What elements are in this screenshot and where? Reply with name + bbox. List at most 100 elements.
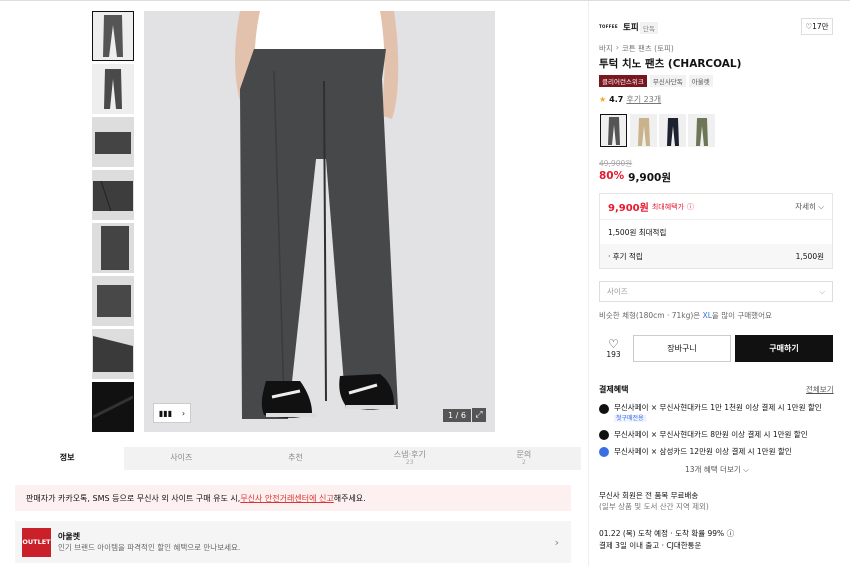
like-count: 193 [606,350,621,359]
thumbnail-7[interactable] [92,329,134,379]
fabric-icon [97,285,131,317]
product-title: 투턱 치노 팬츠 (CHARCOAL) [599,58,742,70]
image-counter: 1 / 6 [443,409,471,422]
color-swatch-khaki[interactable] [688,114,715,147]
rating-value: 4.7 [609,95,624,104]
sale-price: 9,900원 [628,172,672,184]
rating-row: ★ 4.7 후기 23개 [599,94,661,105]
detail-label: 자세히 [795,202,816,211]
info-icon[interactable]: ⓘ [727,529,735,538]
buy-button[interactable]: 구매하기 [735,335,833,362]
benefit-tag: 첫구매전용 [614,415,646,423]
thumbnail-5[interactable] [92,223,134,273]
outlet-logo: OUTLET [22,527,51,557]
card-icon [599,404,609,414]
more-benefits-button[interactable]: 13개 혜택 더보기 ⌵ [685,464,749,475]
tab-label: 사이즈 [170,453,193,463]
breadcrumb-item[interactable]: 바지 [599,43,613,54]
top-border [0,0,850,1]
pants-icon [666,118,679,146]
size-hint-text: 비슷한 체형(180cm · 71kg)은 [599,311,703,320]
benefits-title: 결제혜택 [599,385,629,394]
brand-logo-text: TOFFEE [599,23,618,29]
fabric-icon [93,336,133,372]
tab-qna[interactable]: 문의 2 [467,447,581,470]
tab-label: 정보 [59,453,75,463]
breadcrumb: 바지 › 코튼 팬츠 (토피) [599,43,674,54]
benefit-text: 무신사페이 × 삼성카드 12만원 이상 결제 시 1만원 할인 [614,447,792,456]
chevron-down-icon: ⌵ [819,286,825,296]
alert-text-end: 해주세요. [333,493,366,503]
color-swatch-charcoal[interactable] [600,114,627,147]
size-select[interactable]: 사이즈 ⌵ [599,281,833,302]
pants-icon [104,69,122,109]
chevron-right-icon: › [181,408,186,418]
tab-count: 23 [405,458,414,466]
benefit-text: 무신사페이 × 무신사현대카드 1만 1천원 이상 결제 시 1만원 할인 [614,403,822,412]
delivery-info: 01.22 (목) 도착 예정 · 도착 확률 99% ⓘ 결제 3일 이내 출… [599,528,734,552]
sale-price-row: 80% 9,900원 [599,170,671,185]
report-link[interactable]: 무신사 안전거래센터에 신고 [240,493,333,504]
outlet-desc: 인기 브랜드 아이템을 파격적인 할인 혜택으로 만나보세요. [58,543,241,552]
breadcrumb-item[interactable]: 코튼 팬츠 (토피) [622,43,674,54]
benefits-all-link[interactable]: 전체보기 [806,384,834,395]
main-product-image[interactable]: ▮▮▮ › 1 / 6 ⤢ [144,11,495,432]
thumbnail-6[interactable] [92,276,134,326]
tab-reviews[interactable]: 스냅·후기 23 [353,447,467,470]
max-benefit-label: 최대혜택가 [651,202,685,211]
color-swatch-beige[interactable] [630,114,657,147]
delivery-eta: 01.22 (목) 도착 예정 · 도착 확률 99% [599,529,725,538]
card-icon [599,447,609,457]
max-benefit-price: 9,900원 [608,203,649,214]
size-hint-size: XL [702,311,712,320]
like-button[interactable]: ♡ 193 [599,335,628,362]
shipping-free: 무신사 회원은 전 품목 무료배송 [599,491,699,500]
review-points-label: · 후기 적립 [608,251,643,261]
original-price: 49,900원 [599,159,633,168]
brand-name[interactable]: 토피 [623,21,639,33]
badge-exclusive: 무신사단독 [649,75,686,87]
heart-icon: ♡ [805,22,813,31]
pants-icon [637,118,650,146]
pants-icon [695,118,708,146]
delivery-dispatch: 결제 3일 이내 출고 · CJ대한통운 [599,541,702,550]
mini-pants-icon: ▮▮▮ [158,408,173,418]
reviews-link[interactable]: 후기 23개 [626,94,661,105]
fabric-icon [101,226,129,270]
brand-logo[interactable]: TOFFEE [599,20,619,32]
cart-button[interactable]: 장바구니 [633,335,731,362]
brand-like-count: 17만 [812,22,829,31]
tab-info[interactable]: 정보 [10,447,125,470]
safety-alert: 판매자가 카카오톡, SMS 등으로 무신사 외 사이트 구매 유도 시, 무신… [15,485,571,511]
outlet-title: 아울렛 [58,532,81,541]
tab-label: 추천 [288,453,303,463]
thumbnail-2[interactable] [92,64,134,114]
thumbnail-8[interactable] [92,382,134,432]
thumbnail-4[interactable] [92,170,134,220]
pants-icon [607,117,620,145]
chevron-down-icon: ⌵ [818,202,824,211]
outlet-banner[interactable]: OUTLET 아울렛인기 브랜드 아이템을 파격적인 할인 혜택으로 만나보세요… [15,521,571,563]
product-badges: 클리어런스위크 무신사단독 아울렛 [599,75,713,87]
thumbnail-3[interactable] [92,117,134,167]
detail-toggle[interactable]: 자세히 ⌵ [795,201,824,212]
expand-icon[interactable]: ⤢ [472,408,486,422]
size-placeholder: 사이즈 [607,287,628,296]
size-hint-text-end: 을 많이 구매했어요 [711,311,772,320]
brand-like-button[interactable]: ♡ 17만 [801,18,833,35]
heart-icon: ♡ [608,337,619,351]
color-swatch-navy[interactable] [659,114,686,147]
tab-count: 2 [522,458,526,466]
benefit-item: 무신사페이 × 무신사현대카드 1만 1천원 이상 결제 시 1만원 할인 첫구… [599,403,822,423]
fabric-icon [95,132,131,154]
fabric-icon [93,180,133,212]
breadcrumb-sep: › [615,43,619,52]
tab-recommend[interactable]: 추천 [238,447,352,470]
fabric-icon [93,395,133,419]
thumbnail-1[interactable] [92,11,134,61]
benefit-text: 무신사페이 × 무신사현대카드 8만원 이상 결제 시 1만원 할인 [614,430,808,439]
mini-thumbnail-strip[interactable]: ▮▮▮ › [153,403,191,423]
tab-size[interactable]: 사이즈 [124,447,238,470]
info-icon[interactable]: ⓘ [687,202,694,212]
product-tabs: 정보 사이즈 추천 스냅·후기 23 문의 2 [10,447,581,470]
